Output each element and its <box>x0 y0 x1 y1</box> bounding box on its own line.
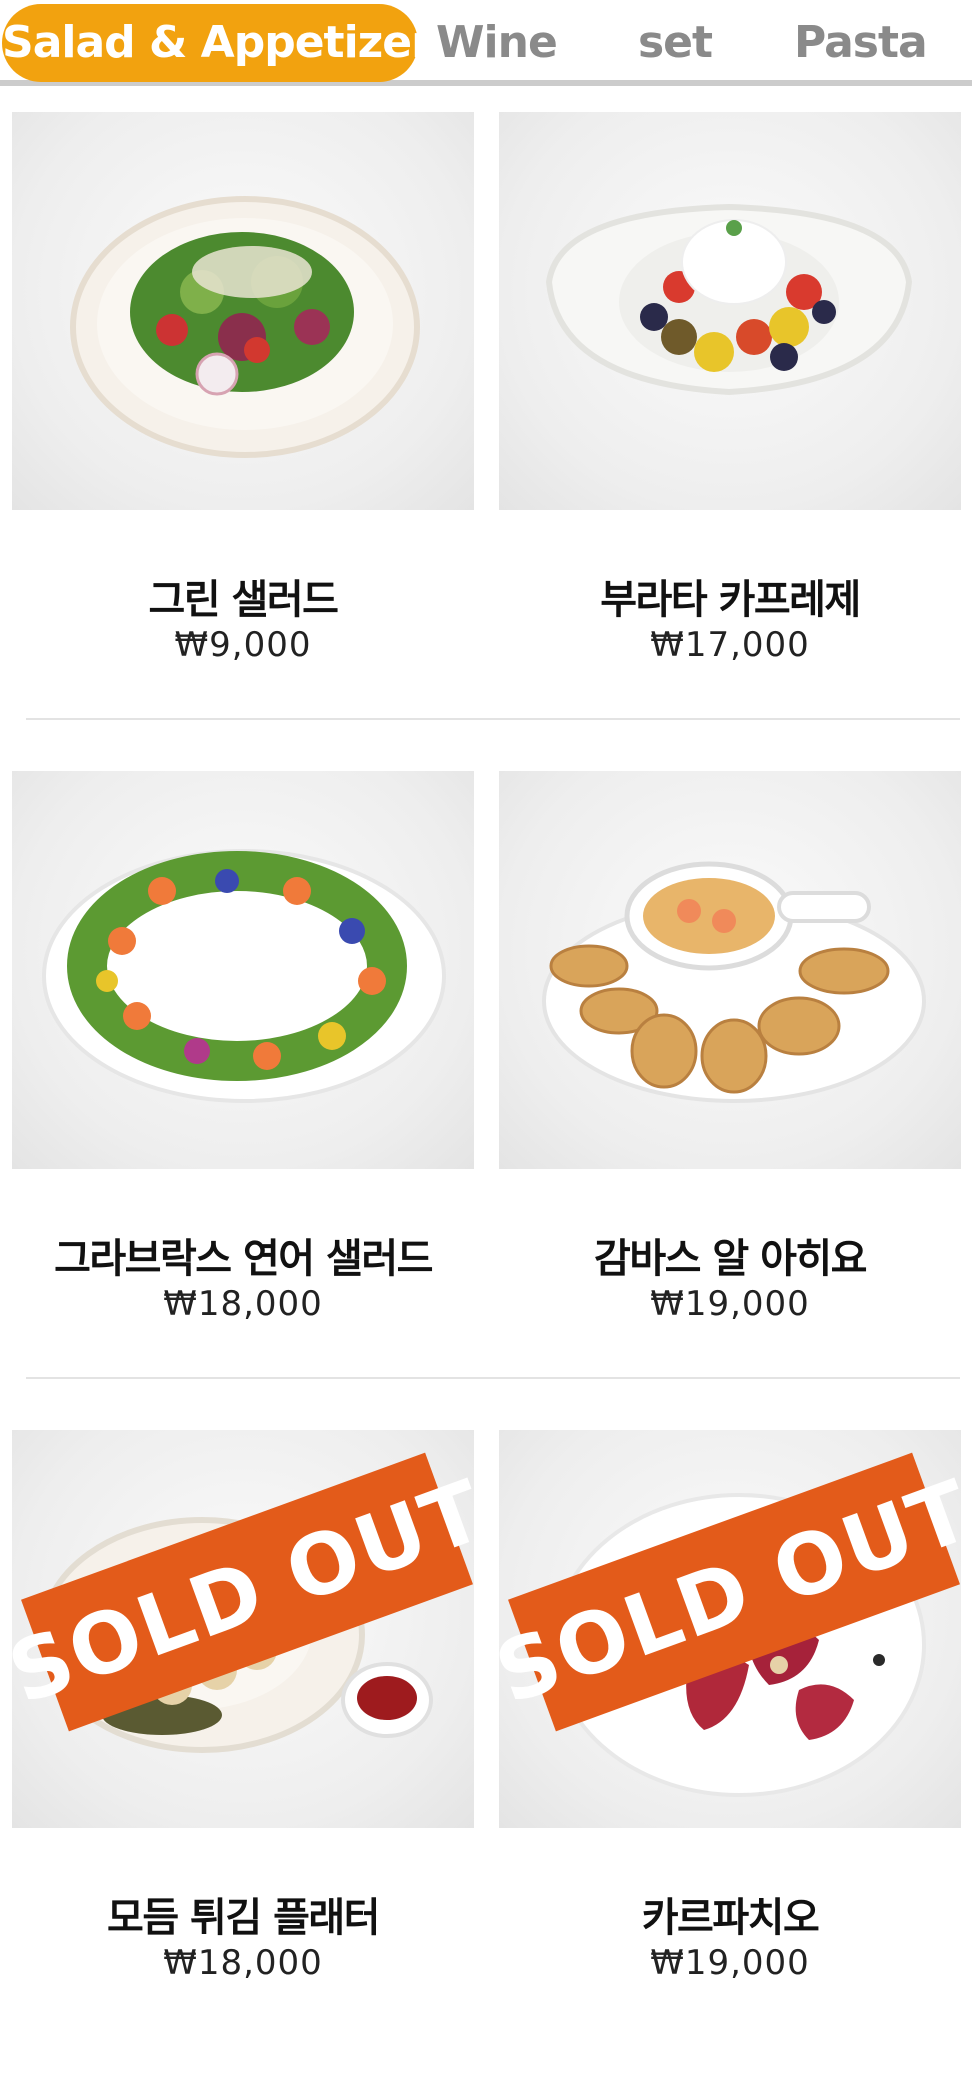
menu-row: 그린 샐러드 ₩9,000 부라타 카프레제 ₩17,000 <box>0 112 972 771</box>
menu-grid: 그린 샐러드 ₩9,000 부라타 카프레제 ₩17,000 그라브락스 연어 … <box>0 112 972 2089</box>
tab-set[interactable]: set <box>630 4 720 82</box>
menu-item-fried-platter[interactable]: SOLD OUT 모듬 튀김 플래터 ₩18,000 <box>0 1430 497 1990</box>
item-name: 모듬 튀김 플래터 <box>107 1895 380 1941</box>
item-name: 부라타 카프레제 <box>600 577 861 623</box>
tab-salad-appetizer[interactable]: Salad & Appetizer <box>2 4 433 82</box>
gambas-al-ajillo-photo <box>499 771 961 1169</box>
burrata-caprese-photo <box>499 112 961 510</box>
menu-item-gambas-al-ajillo[interactable]: 감바스 알 아히요 ₩19,000 <box>499 771 961 1331</box>
item-name: 그라브락스 연어 샐러드 <box>54 1236 433 1282</box>
menu-item-gravlax-salmon-salad[interactable]: 그라브락스 연어 샐러드 ₩18,000 <box>12 771 474 1331</box>
tab-wine[interactable]: Wine <box>436 4 558 82</box>
item-name: 카르파치오 <box>641 1895 820 1941</box>
menu-item-carpaccio[interactable]: SOLD OUT 카르파치오 ₩19,000 <box>484 1430 972 1990</box>
row-divider <box>26 1377 960 1379</box>
menu-row: 그라브락스 연어 샐러드 ₩18,000 감바스 알 아히요 ₩19,000 <box>0 771 972 1430</box>
menu-item-burrata-caprese[interactable]: 부라타 카프레제 ₩17,000 <box>499 112 961 672</box>
category-tab-bar: Salad & Appetizer Wine set Pasta <box>0 0 972 86</box>
item-name: 그린 샐러드 <box>148 577 339 623</box>
item-price: ₩18,000 <box>163 1943 323 1983</box>
gravlax-salmon-salad-photo <box>12 771 474 1169</box>
menu-item-green-salad[interactable]: 그린 샐러드 ₩9,000 <box>12 112 474 672</box>
item-name: 감바스 알 아히요 <box>594 1236 867 1282</box>
row-divider <box>26 718 960 720</box>
item-price: ₩9,000 <box>174 625 312 665</box>
item-price: ₩17,000 <box>650 625 810 665</box>
menu-row: SOLD OUT 모듬 튀김 플래터 ₩18,000 SOLD OUT 카르파치… <box>0 1430 972 2089</box>
green-salad-photo <box>12 112 474 510</box>
item-price: ₩19,000 <box>650 1943 810 1983</box>
tab-pasta[interactable]: Pasta <box>794 4 928 82</box>
item-price: ₩18,000 <box>163 1284 323 1324</box>
item-price: ₩19,000 <box>650 1284 810 1324</box>
